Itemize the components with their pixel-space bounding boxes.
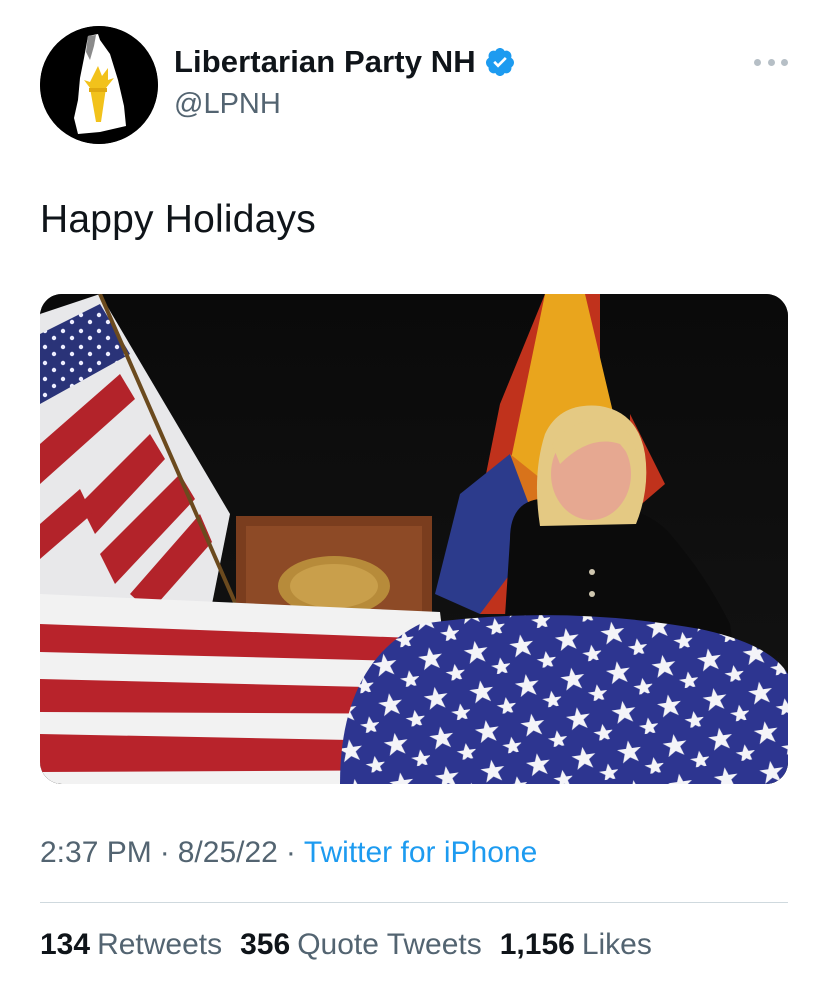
meta-separator: · bbox=[285, 836, 296, 869]
retweets-label: Retweets bbox=[97, 928, 223, 961]
ellipsis-dot bbox=[781, 58, 788, 66]
tweet-source-link[interactable]: Twitter for iPhone bbox=[304, 836, 537, 869]
quote-tweets-count: 356 bbox=[240, 928, 291, 961]
tweet-date[interactable]: 8/25/22 bbox=[178, 836, 278, 869]
divider bbox=[40, 902, 788, 903]
tweet-stats: 134 Retweets 356 Quote Tweets 1,156 Likes bbox=[40, 928, 652, 962]
more-options-button[interactable] bbox=[754, 54, 788, 70]
photo-illustration bbox=[40, 294, 788, 784]
tweet-time[interactable]: 2:37 PM bbox=[40, 836, 152, 869]
display-name-row: Libertarian Party NH bbox=[174, 44, 516, 80]
tweet-photo[interactable] bbox=[40, 294, 788, 784]
ellipsis-dot bbox=[754, 58, 761, 66]
nh-state-torch-logo-icon bbox=[40, 26, 158, 144]
likes-stat[interactable]: 1,156 Likes bbox=[500, 928, 652, 962]
likes-label: Likes bbox=[581, 928, 652, 961]
avatar[interactable] bbox=[40, 26, 158, 144]
tweet-meta: 2:37 PM · 8/25/22 · Twitter for iPhone bbox=[40, 836, 537, 870]
tweet-header: Libertarian Party NH @LPNH bbox=[40, 26, 788, 144]
quote-tweets-label: Quote Tweets bbox=[297, 928, 482, 961]
handle[interactable]: @LPNH bbox=[174, 88, 516, 121]
retweets-stat[interactable]: 134 Retweets bbox=[40, 928, 222, 962]
likes-count: 1,156 bbox=[499, 928, 575, 961]
retweets-count: 134 bbox=[40, 928, 91, 961]
tweet-text: Happy Holidays bbox=[40, 198, 316, 241]
display-name[interactable]: Libertarian Party NH bbox=[174, 44, 476, 80]
verified-badge-icon bbox=[485, 48, 514, 76]
ellipsis-dot bbox=[767, 58, 775, 66]
quote-tweets-stat[interactable]: 356 Quote Tweets bbox=[240, 928, 482, 962]
meta-separator: · bbox=[159, 836, 170, 869]
author-names: Libertarian Party NH @LPNH bbox=[174, 44, 516, 121]
